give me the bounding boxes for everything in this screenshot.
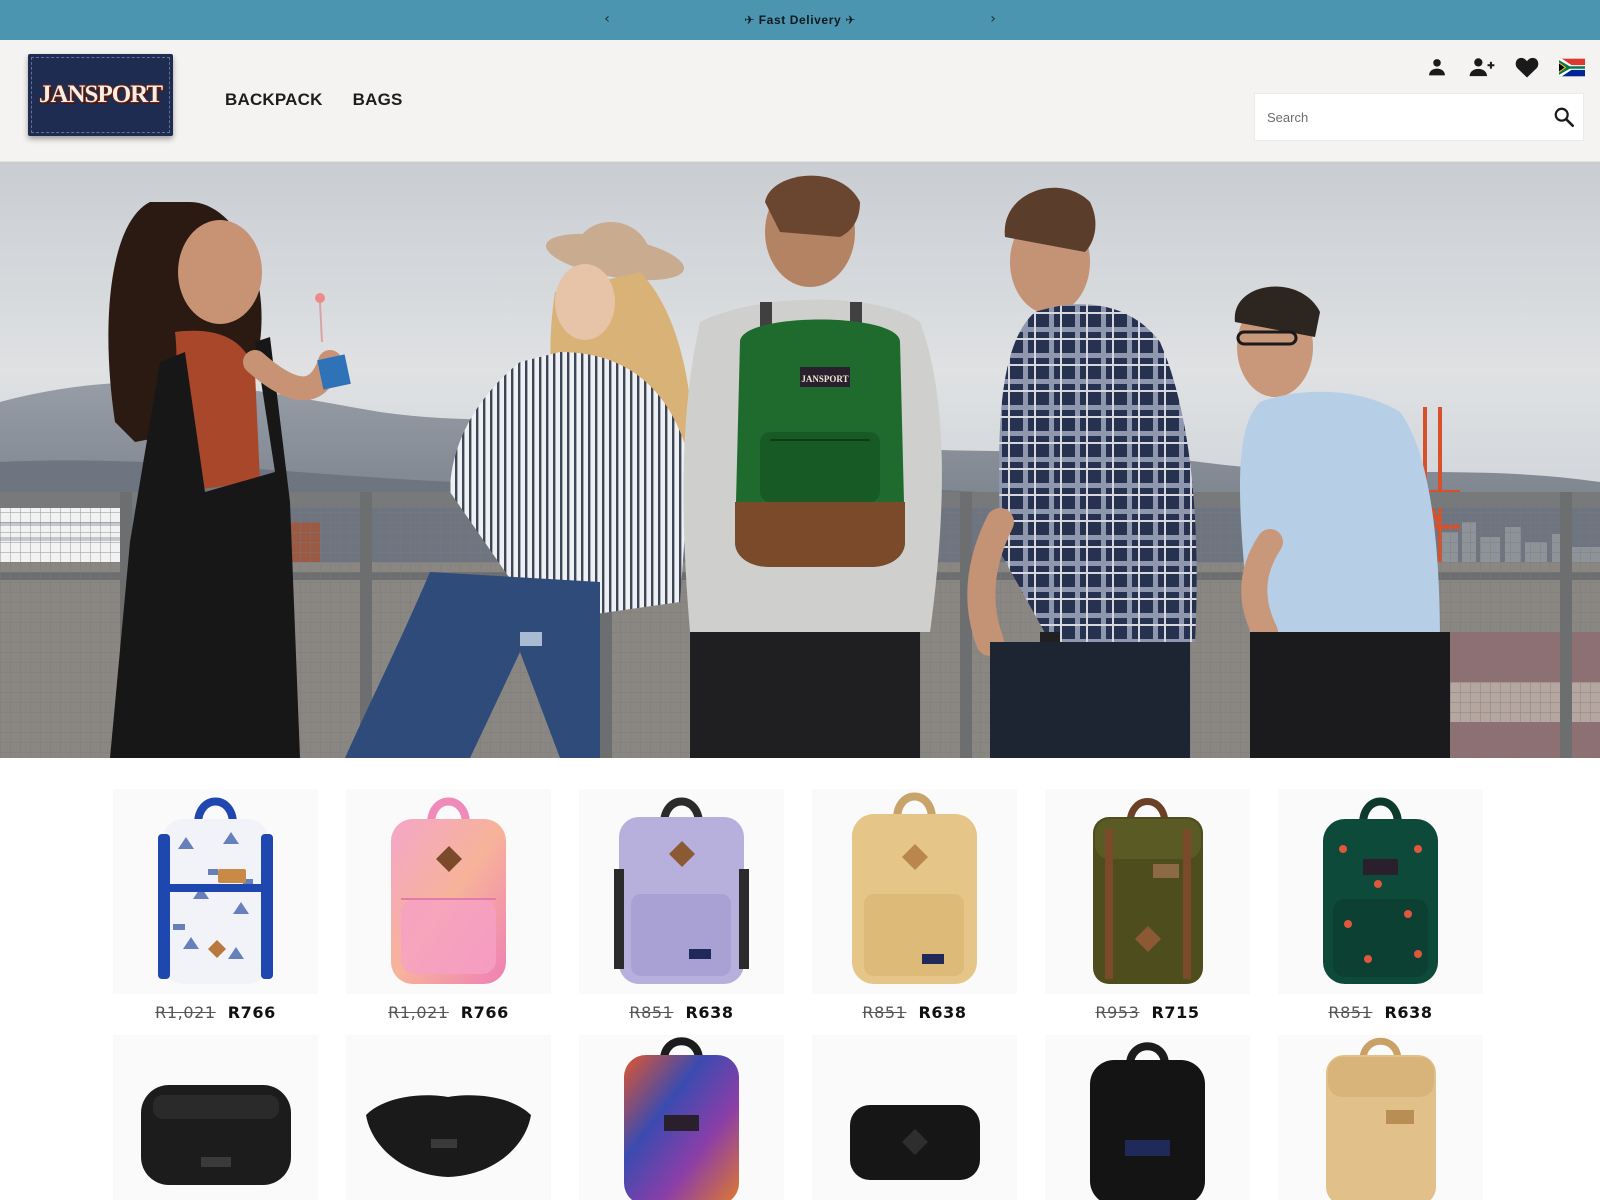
product-image[interactable] xyxy=(113,789,318,994)
sale-price: R766 xyxy=(227,1002,276,1022)
product-card[interactable]: R851 R638 xyxy=(579,789,784,1030)
fanny-pack-image xyxy=(366,1095,531,1177)
original-price: R1,021 xyxy=(388,1002,449,1022)
product-card[interactable]: R851 R638 xyxy=(1278,789,1483,1030)
product-image[interactable] xyxy=(579,1035,784,1200)
main-nav: BACKPACK BAGS xyxy=(225,90,433,110)
sale-price: R715 xyxy=(1151,1002,1200,1022)
product-card[interactable] xyxy=(1278,1035,1483,1200)
announcement-message: ✈ Fast Delivery ✈ xyxy=(700,11,900,29)
sale-price: R638 xyxy=(1384,1002,1433,1022)
search-icon[interactable] xyxy=(1553,106,1575,128)
wishlist-icon[interactable] xyxy=(1514,54,1540,80)
product-card[interactable] xyxy=(1045,1035,1250,1200)
backpack-image xyxy=(614,797,749,984)
product-image[interactable] xyxy=(1278,1035,1483,1200)
product-card[interactable]: R851 R638 xyxy=(812,789,1017,1030)
product-price: R851 R638 xyxy=(812,994,1017,1030)
product-card[interactable] xyxy=(812,1035,1017,1200)
original-price: R953 xyxy=(1095,1002,1140,1022)
original-price: R851 xyxy=(862,1002,907,1022)
product-image[interactable] xyxy=(812,789,1017,994)
original-price: R1,021 xyxy=(155,1002,216,1022)
backpack-image xyxy=(1093,798,1203,984)
nav-backpack[interactable]: BACKPACK xyxy=(225,90,323,110)
chevron-left-icon[interactable]: ‹ xyxy=(599,10,615,28)
product-price: R1,021 R766 xyxy=(346,994,551,1030)
product-image[interactable] xyxy=(812,1035,1017,1200)
search-box xyxy=(1254,93,1584,141)
product-image[interactable] xyxy=(1278,789,1483,994)
product-card[interactable]: R1,021 R766 xyxy=(346,789,551,1030)
backpack-image xyxy=(1326,1037,1436,1200)
airplane-icon: ✈ xyxy=(845,13,856,27)
backpack-image xyxy=(391,797,506,984)
backpack-image xyxy=(852,792,977,984)
sale-price: R766 xyxy=(460,1002,509,1022)
svg-text:JANSPORT: JANSPORT xyxy=(801,374,848,384)
south-africa-flag-icon[interactable] xyxy=(1559,54,1585,80)
nav-bags[interactable]: BAGS xyxy=(353,90,403,110)
site-header: JANSPORT BACKPACK BAGS xyxy=(0,40,1600,162)
product-price: R851 R638 xyxy=(579,994,784,1030)
airplane-icon: ✈ xyxy=(744,13,755,27)
product-card[interactable] xyxy=(579,1035,784,1200)
product-card[interactable] xyxy=(113,1035,318,1200)
backpack-image xyxy=(1090,1042,1205,1200)
product-card[interactable] xyxy=(346,1035,551,1200)
product-price: R851 R638 xyxy=(1278,994,1483,1030)
hero-image: JANSPORT xyxy=(0,162,1600,758)
register-icon[interactable] xyxy=(1469,54,1495,80)
waist-pack-image xyxy=(141,1085,291,1185)
announcement-text: Fast Delivery xyxy=(758,13,842,27)
product-image[interactable] xyxy=(113,1035,318,1200)
product-card[interactable]: R1,021 R766 xyxy=(113,789,318,1030)
chevron-right-icon[interactable]: › xyxy=(985,10,1001,28)
header-icons xyxy=(1424,54,1585,80)
original-price: R851 xyxy=(629,1002,674,1022)
jansport-logo[interactable]: JANSPORT xyxy=(28,54,173,136)
logo-wordmark: JANSPORT xyxy=(38,81,163,108)
product-image[interactable] xyxy=(346,789,551,994)
product-price: R953 R715 xyxy=(1045,994,1250,1030)
original-price: R851 xyxy=(1328,1002,1373,1022)
search-input[interactable] xyxy=(1255,94,1540,140)
backpack-image xyxy=(158,797,273,984)
product-image[interactable] xyxy=(579,789,784,994)
backpack-image xyxy=(1323,797,1438,984)
account-icon[interactable] xyxy=(1424,54,1450,80)
backpack-image xyxy=(624,1037,739,1200)
sale-price: R638 xyxy=(685,1002,734,1022)
hero-banner[interactable]: JANSPORT xyxy=(0,162,1600,758)
product-image[interactable] xyxy=(1045,789,1250,994)
product-card[interactable]: R953 R715 xyxy=(1045,789,1250,1030)
announcement-bar: ‹ ✈ Fast Delivery ✈ › xyxy=(0,0,1600,40)
product-price: R1,021 R766 xyxy=(113,994,318,1030)
product-image[interactable] xyxy=(1045,1035,1250,1200)
product-image[interactable] xyxy=(346,1035,551,1200)
mini-waist-pack-image xyxy=(850,1105,980,1180)
sale-price: R638 xyxy=(918,1002,967,1022)
